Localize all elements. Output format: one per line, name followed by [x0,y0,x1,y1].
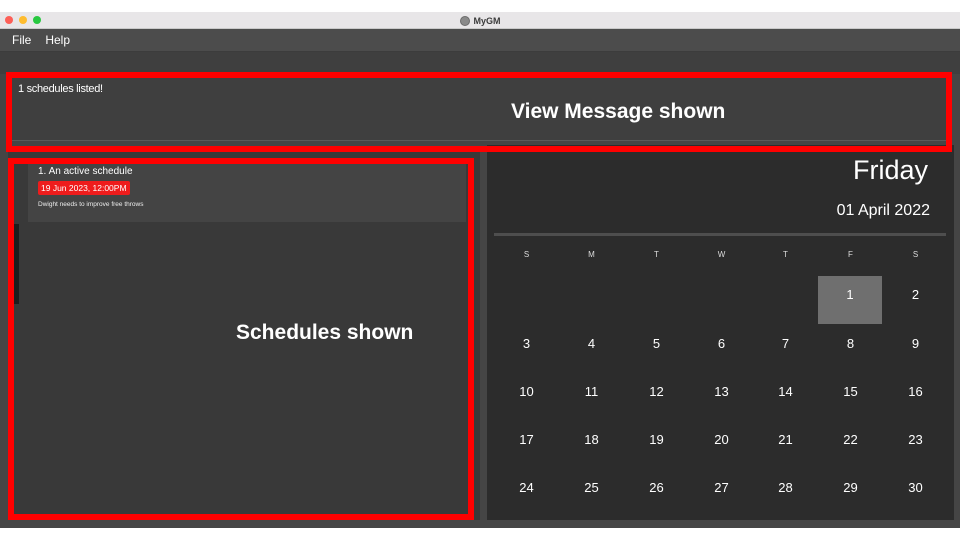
calendar-day[interactable]: 22 [818,421,883,469]
weekday-header: F [848,250,853,259]
calendar-day[interactable]: 6 [689,325,754,373]
weekday-header: S [523,250,530,259]
window-title-group: MyGM [0,12,960,29]
calendar-day-selected[interactable]: 1 [818,276,882,324]
calendar-day[interactable]: 29 [818,469,883,517]
menu-help[interactable]: Help [45,33,70,47]
calendar-day[interactable]: 23 [883,421,948,469]
calendar-day[interactable]: 13 [689,373,754,421]
calendar-day[interactable]: 2 [883,276,948,324]
calendar-day[interactable]: 10 [494,373,559,421]
calendar-day[interactable]: 19 [624,421,689,469]
calendar-day-name: Friday [852,155,928,185]
calendar-day[interactable]: 21 [753,421,818,469]
calendar-day[interactable]: 11 [559,373,624,421]
calendar-panel: Friday 01 April 2022 S M T W T F S 1 2 3 4 5 6 7 8 9 10 1… [487,145,954,520]
calendar-day[interactable]: 18 [559,421,624,469]
calendar-day[interactable]: 7 [753,325,818,373]
schedules-annotation-label: Schedules shown [236,321,414,344]
calendar-date: 01 April 2022 [836,202,930,219]
calendar-day[interactable]: 4 [559,325,624,373]
calendar-day[interactable]: 17 [494,421,559,469]
menu-file[interactable]: File [12,33,31,47]
calendar-divider [494,233,946,236]
weekday-header: T [783,250,788,259]
calendar-day[interactable]: 12 [624,373,689,421]
calendar-day[interactable]: 27 [689,469,754,517]
view-message-annotation-label: View Message shown [511,100,726,123]
weekday-header: S [912,250,919,259]
calendar-day[interactable]: 24 [494,469,559,517]
command-area [0,52,960,74]
calendar-day[interactable]: 28 [753,469,818,517]
calendar-day[interactable]: 30 [883,469,948,517]
app-logo-icon [459,15,470,26]
menu-bar: File Help [0,29,960,52]
calendar-day[interactable]: 5 [624,325,689,373]
calendar-day[interactable]: 15 [818,373,883,421]
view-message-annotation-box [6,72,952,152]
window-title: MyGM [473,15,501,26]
title-bar: MyGM [0,12,960,29]
calendar-day[interactable]: 9 [883,325,948,373]
calendar-day[interactable]: 8 [818,325,883,373]
calendar-day[interactable]: 14 [753,373,818,421]
weekday-header: W [717,250,726,259]
calendar-day[interactable]: 16 [883,373,948,421]
calendar-day[interactable]: 25 [559,469,624,517]
weekday-header: M [588,250,595,259]
weekday-header: T [654,250,659,259]
calendar-day[interactable]: 3 [494,325,559,373]
calendar-day[interactable]: 20 [689,421,754,469]
calendar-day[interactable]: 26 [624,469,689,517]
